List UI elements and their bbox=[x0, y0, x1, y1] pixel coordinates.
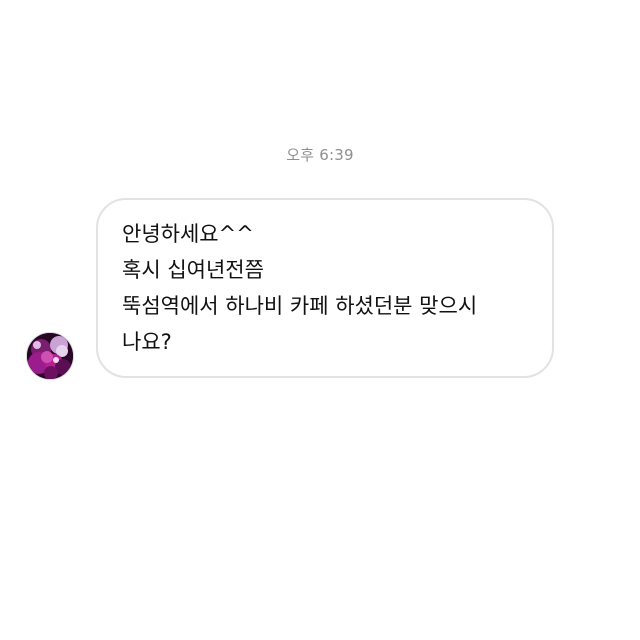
incoming-message-row: 안녕하세요^^ 혹시 십여년전쯤 뚝섬역에서 하나비 카페 하셨던분 맞으시 나… bbox=[26, 196, 566, 382]
message-bubble[interactable]: 안녕하세요^^ 혹시 십여년전쯤 뚝섬역에서 하나비 카페 하셨던분 맞으시 나… bbox=[96, 198, 554, 378]
message-line: 뚝섬역에서 하나비 카페 하셨던분 맞으시 bbox=[122, 294, 478, 318]
message-timestamp: 오후 6:39 bbox=[286, 146, 354, 164]
message-line: 나요? bbox=[122, 330, 172, 354]
flower-avatar-icon bbox=[27, 333, 73, 379]
sender-avatar[interactable] bbox=[26, 332, 74, 380]
message-line: 안녕하세요^^ bbox=[122, 222, 254, 246]
message-line: 혹시 십여년전쯤 bbox=[122, 258, 264, 282]
chat-thread[interactable]: 오후 6:39 안녕하세요^^ 혹시 십여년전쯤 뚝섬역에서 하나비 카페 하셨… bbox=[0, 0, 640, 640]
